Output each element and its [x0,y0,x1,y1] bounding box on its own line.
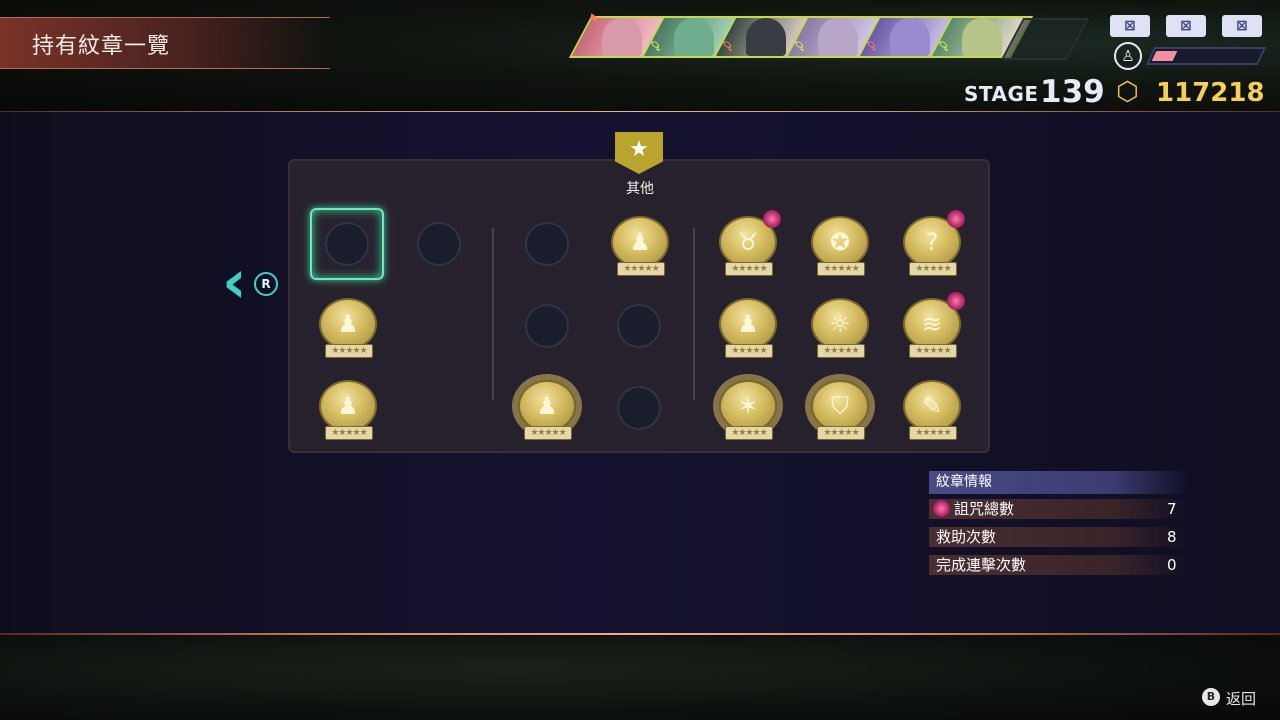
emblem-medal[interactable]: ♟ ★★★★★ [319,298,377,358]
emblem-medal[interactable]: ✶ ★★★★★ [719,380,777,440]
info-value: 7 [1167,500,1177,518]
info-label: 詛咒總數 [954,500,1015,518]
equip-slot-1: ⊠ [1110,15,1150,37]
emblem-rank: ★★★★★ [817,344,865,358]
emblem-rank: ★★★★★ [817,262,865,276]
curse-icon [933,500,950,517]
panel-divider-1 [492,228,494,400]
person-icon: ♟ [611,216,669,268]
cube-icon: ⬡ [1116,77,1139,107]
emblem-slot-empty[interactable] [417,222,461,266]
stage-label: STAGE [964,82,1039,106]
emblem-slot-empty[interactable] [525,222,569,266]
emblem-medal[interactable]: ♉ ★★★★★ [719,210,781,276]
person-icon: ♟ [518,380,576,432]
target-icon: ✪ [811,216,869,268]
emblem-rank: ★★★★★ [909,426,957,440]
bag-icon: ⛉ [811,380,869,432]
emblem-slot-empty[interactable] [617,386,661,430]
emblem-medal[interactable]: ? ★★★★★ [903,210,965,276]
category-label: 其他 [626,181,654,197]
info-row-chain-count: 完成連擊次數 0 [929,555,1189,575]
equip-slot-2: ⊠ [1166,15,1206,37]
emblem-cursor [310,208,384,280]
emblem-medal[interactable]: ♟ ★★★★★ [719,298,777,358]
person-icon: ♟ [319,380,377,432]
emblem-rank: ★★★★★ [617,262,665,276]
emblem-slot-empty[interactable] [525,304,569,348]
emblem-medal[interactable]: ♟ ★★★★★ [518,380,576,440]
curse-icon [763,210,781,228]
equip-slot-3: ⊠ [1222,15,1262,37]
info-value: 8 [1167,528,1177,546]
info-row-rescue-count: 救助次數 8 [929,527,1189,547]
bottom-background [0,636,1280,720]
emblem-medal[interactable]: ✎ ★★★★★ [903,380,961,440]
r-button-icon: R [254,272,278,296]
box-icon: ✶ [719,380,777,432]
back-label: 返回 [1226,690,1257,708]
bottom-divider-line [0,633,1280,635]
emblem-medal[interactable]: ≋ ★★★★★ [903,292,965,358]
emblem-rank: ★★★★★ [725,344,773,358]
party-target-icon: ♙ [1114,42,1142,70]
emblem-rank: ★★★★★ [325,344,373,358]
curse-icon [947,210,965,228]
prev-page-arrow-icon[interactable]: ‹ [222,252,247,312]
info-label: 救助次數 [936,528,997,546]
emblem-rank: ★★★★★ [817,426,865,440]
emblem-medal[interactable]: ♟ ★★★★★ [319,380,377,440]
party-gauge-fill [1151,51,1178,61]
party-gauge [1145,47,1267,65]
emblem-rank: ★★★★★ [909,262,957,276]
info-value: 0 [1167,556,1177,574]
info-row-curse-total: 詛咒總數 7 [929,499,1189,519]
curse-icon [947,292,965,310]
emblem-rank: ★★★★★ [524,426,572,440]
emblem-rank: ★★★★★ [325,426,373,440]
page-title: 持有紋章一覽 [32,34,171,59]
sun-icon: ☼ [811,298,869,350]
person-icon: ♟ [719,298,777,350]
b-button-icon: B [1202,688,1220,706]
emblem-info-header: 紋章情報 [929,471,1189,494]
money-amount: 117218 [1156,78,1265,108]
emblem-medal[interactable]: ♟ ★★★★★ [611,216,669,276]
info-label: 完成連擊次數 [936,556,1027,574]
emblem-rank: ★★★★★ [909,344,957,358]
emblem-rank: ★★★★★ [725,262,773,276]
emblem-medal[interactable]: ☼ ★★★★★ [811,298,869,358]
emblem-slot-empty[interactable] [617,304,661,348]
emblem-rank: ★★★★★ [725,426,773,440]
emblem-medal[interactable]: ⛉ ★★★★★ [811,380,869,440]
person-icon: ♟ [319,298,377,350]
stage-number: 139 [1040,74,1105,110]
emblem-medal[interactable]: ✪ ★★★★★ [811,216,869,276]
panel-divider-2 [693,228,695,400]
document-icon: ✎ [903,380,961,432]
